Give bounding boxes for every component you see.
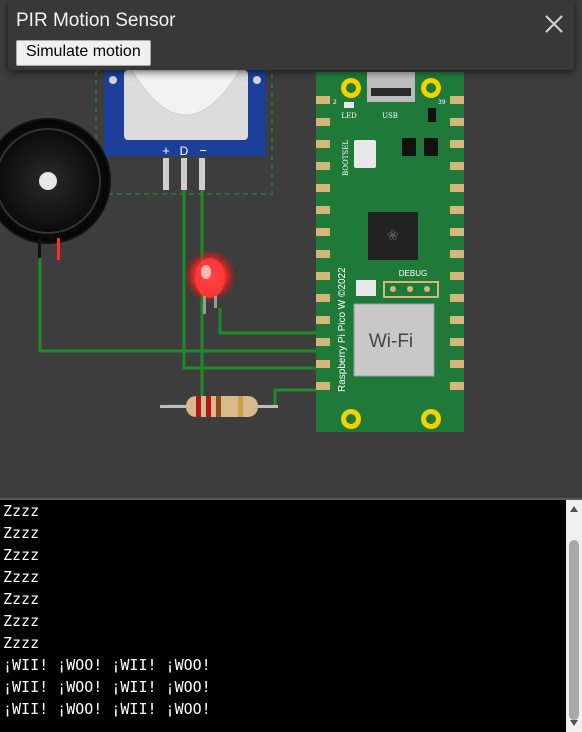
pir-d-label: D bbox=[180, 144, 189, 158]
close-icon[interactable] bbox=[542, 12, 566, 36]
console-line: ¡WII! ¡WOO! ¡WII! ¡WOO! bbox=[3, 656, 211, 674]
console-scrollbar[interactable] bbox=[566, 500, 582, 732]
pin-2-label: 2 bbox=[333, 99, 337, 106]
bootsel-label: BOOTSEL bbox=[342, 140, 350, 176]
simulation-canvas[interactable]: + D − USB LED 2 39 BOOTSEL ❀ DEBUG Wi-Fi… bbox=[0, 0, 582, 498]
board-name-label: Raspberry Pi Pico W ©2022 bbox=[337, 267, 348, 392]
console-line: Zzzz bbox=[3, 590, 40, 608]
raspberry-logo-icon: ❀ bbox=[387, 228, 399, 244]
scroll-up-icon[interactable] bbox=[570, 506, 578, 512]
console-line: Zzzz bbox=[3, 612, 40, 630]
buzzer[interactable] bbox=[0, 118, 111, 260]
led[interactable] bbox=[184, 250, 236, 314]
console-line: Zzzz bbox=[3, 502, 40, 520]
usb-label: USB bbox=[382, 112, 398, 120]
console-line: Zzzz bbox=[3, 546, 40, 564]
debug-label: DEBUG bbox=[399, 269, 427, 278]
console-line: ¡WII! ¡WOO! ¡WII! ¡WOO! bbox=[3, 700, 211, 718]
led-label: LED bbox=[341, 112, 357, 120]
console-line: Zzzz bbox=[3, 568, 40, 586]
motion-sensor-popup: PIR Motion Sensor Simulate motion bbox=[8, 0, 574, 70]
pin-39-label: 39 bbox=[438, 99, 446, 106]
pir-minus-label: − bbox=[199, 143, 207, 158]
console-line: Zzzz bbox=[3, 524, 40, 542]
scrollbar-thumb[interactable] bbox=[569, 540, 579, 720]
resistor[interactable] bbox=[160, 396, 278, 417]
pir-plus-label: + bbox=[162, 143, 170, 158]
pir-sensor[interactable]: + D − bbox=[104, 69, 266, 190]
console-line: Zzzz bbox=[3, 634, 40, 652]
console-line: ¡WII! ¡WOO! ¡WII! ¡WOO! bbox=[3, 678, 211, 696]
serial-monitor[interactable]: Zzzz Zzzz Zzzz Zzzz Zzzz Zzzz Zzzz ¡WII! ¡WOO! … bbox=[0, 500, 566, 732]
scroll-down-icon[interactable] bbox=[570, 720, 578, 726]
wifi-label: Wi-Fi bbox=[369, 331, 413, 352]
pico-board[interactable]: USB LED 2 39 BOOTSEL ❀ DEBUG Wi-Fi Raspb… bbox=[316, 72, 464, 432]
simulate-motion-button[interactable]: Simulate motion bbox=[16, 40, 151, 66]
popup-title: PIR Motion Sensor bbox=[16, 10, 176, 31]
